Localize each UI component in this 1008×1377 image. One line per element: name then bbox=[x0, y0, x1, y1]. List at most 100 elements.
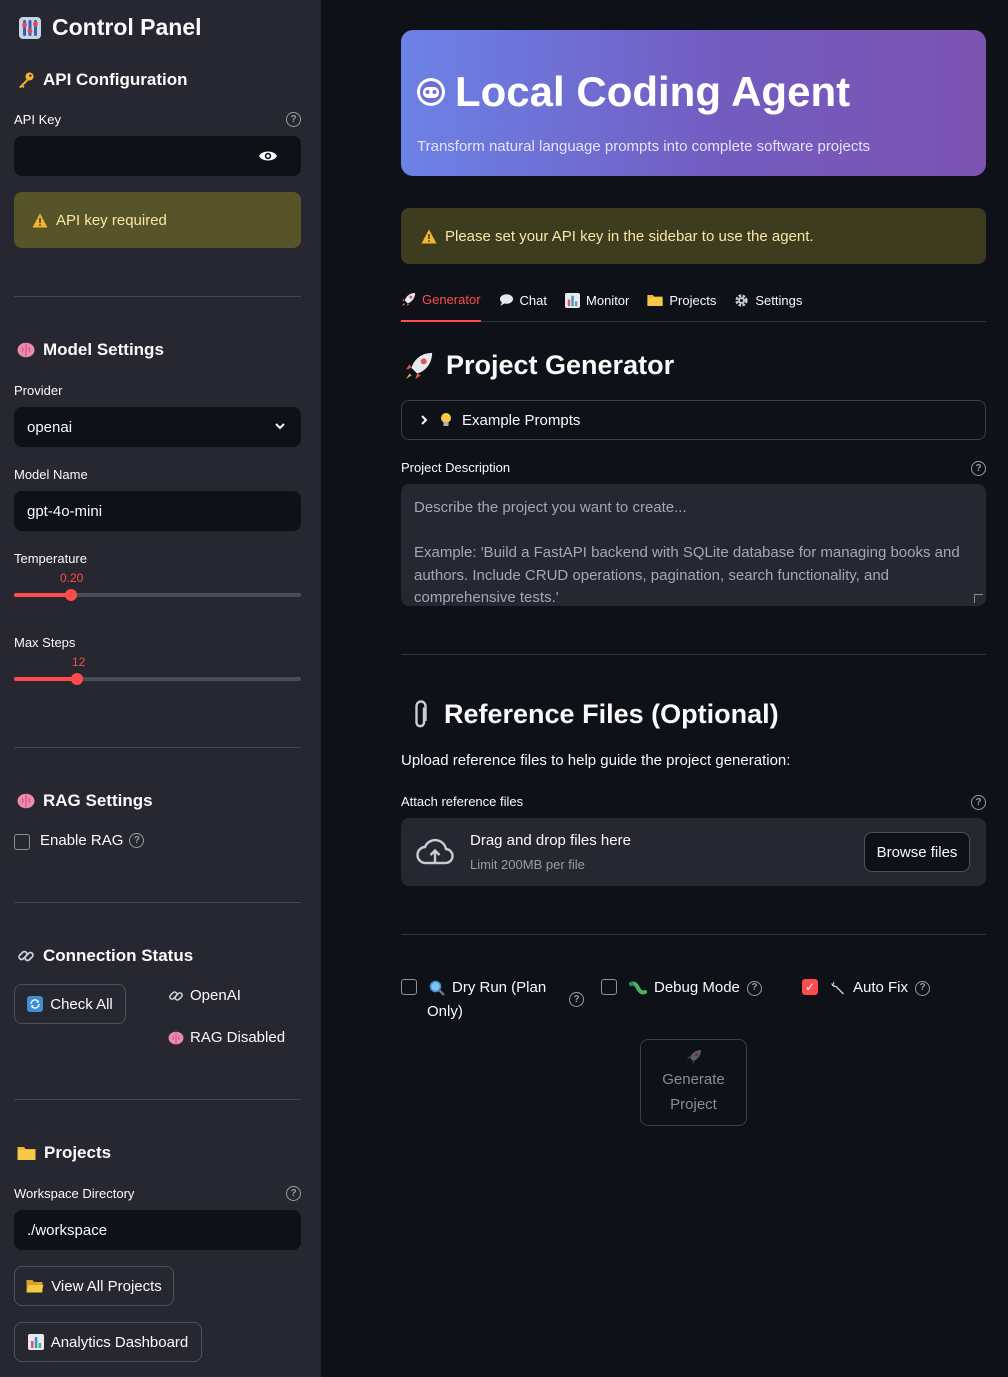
folder-icon bbox=[647, 293, 663, 307]
resize-handle-icon[interactable] bbox=[974, 594, 983, 603]
attach-help-icon[interactable]: ? bbox=[971, 795, 986, 810]
temperature-slider-handle[interactable] bbox=[65, 589, 78, 601]
workspace-help-icon[interactable]: ? bbox=[286, 1186, 301, 1201]
bar-chart-icon bbox=[565, 292, 581, 308]
max-steps-slider[interactable] bbox=[14, 673, 301, 685]
brain-icon bbox=[17, 342, 35, 358]
divider bbox=[401, 934, 986, 935]
debug-mode-help-icon[interactable]: ? bbox=[746, 980, 762, 996]
temperature-label: Temperature bbox=[14, 551, 87, 566]
connection-status-heading: Connection Status bbox=[17, 946, 193, 966]
eye-icon[interactable] bbox=[258, 148, 278, 164]
project-generator-heading-text: Project Generator bbox=[446, 350, 675, 380]
key-icon bbox=[17, 71, 35, 89]
reference-files-heading: Reference Files (Optional) bbox=[410, 699, 779, 730]
debug-mode-label: Debug Mode bbox=[654, 979, 740, 996]
folder-icon bbox=[17, 1145, 36, 1161]
reference-files-heading-text: Reference Files (Optional) bbox=[444, 699, 779, 729]
speech-bubble-icon bbox=[499, 293, 514, 307]
temperature-value: 0.20 bbox=[60, 571, 84, 585]
enable-rag-checkbox[interactable] bbox=[14, 834, 30, 850]
main-api-warning: Please set your API key in the sidebar t… bbox=[401, 208, 986, 264]
browse-files-button[interactable]: Browse files bbox=[864, 832, 970, 872]
api-config-heading: API Configuration bbox=[17, 70, 187, 90]
api-key-warning: API key required bbox=[14, 192, 301, 248]
magnifier-icon bbox=[429, 980, 445, 996]
tab-settings[interactable]: Settings bbox=[734, 286, 802, 322]
projects-heading-text: Projects bbox=[44, 1143, 112, 1162]
tab-chat-label: Chat bbox=[519, 292, 548, 308]
refresh-icon bbox=[27, 996, 44, 1012]
model-name-value: gpt-4o-mini bbox=[27, 502, 103, 520]
enable-rag-row: Enable RAG ? bbox=[40, 832, 145, 849]
rocket-icon bbox=[404, 351, 434, 381]
openai-status-label: OpenAI bbox=[190, 987, 241, 1004]
model-settings-heading: Model Settings bbox=[17, 340, 164, 360]
file-limit-text: Limit 200MB per file bbox=[470, 857, 585, 872]
max-steps-value: 12 bbox=[72, 655, 86, 669]
temperature-slider[interactable] bbox=[14, 589, 301, 601]
example-prompts-label: Example Prompts bbox=[462, 411, 581, 429]
hero-title: Local Coding Agent bbox=[415, 68, 850, 116]
analytics-dashboard-button[interactable]: Analytics Dashboard bbox=[14, 1322, 202, 1362]
openai-status: OpenAI bbox=[168, 987, 241, 1004]
main-api-warning-text: Please set your API key in the sidebar t… bbox=[445, 227, 814, 245]
bar-chart-icon bbox=[27, 1334, 44, 1350]
reference-intro: Upload reference files to help guide the… bbox=[401, 752, 791, 769]
debug-mode-checkbox[interactable] bbox=[601, 979, 617, 995]
auto-fix-row: Auto Fix ? bbox=[830, 976, 931, 1000]
description-placeholder-line2: Example: 'Build a FastAPI backend with S… bbox=[414, 544, 960, 606]
lightbulb-icon bbox=[440, 412, 452, 428]
tab-monitor-label: Monitor bbox=[586, 292, 630, 308]
example-prompts-expander[interactable]: Example Prompts bbox=[401, 400, 986, 440]
divider bbox=[14, 902, 301, 903]
api-key-input[interactable] bbox=[14, 136, 301, 176]
tab-chat[interactable]: Chat bbox=[499, 286, 547, 322]
workspace-directory-value: ./workspace bbox=[27, 1221, 108, 1239]
sidebar-title: Control Panel bbox=[18, 14, 202, 41]
project-generator-heading: Project Generator bbox=[404, 350, 674, 381]
project-description-help-icon[interactable]: ? bbox=[971, 461, 986, 476]
warning-icon bbox=[421, 229, 437, 244]
dry-run-checkbox[interactable] bbox=[401, 979, 417, 995]
tab-generator[interactable]: Generator bbox=[401, 286, 481, 322]
hero-title-text: Local Coding Agent bbox=[455, 68, 851, 115]
sidebar: Control Panel API Configuration API Key … bbox=[0, 0, 321, 1377]
project-description-textarea[interactable]: Describe the project you want to create.… bbox=[401, 484, 986, 606]
attach-reference-label: Attach reference files bbox=[401, 794, 524, 809]
cloud-upload-icon bbox=[416, 838, 454, 866]
rocket-icon bbox=[686, 1049, 702, 1065]
tab-monitor[interactable]: Monitor bbox=[565, 286, 629, 322]
auto-fix-checkbox[interactable]: ✓ bbox=[802, 979, 818, 995]
tab-settings-label: Settings bbox=[755, 292, 803, 308]
api-key-help-icon[interactable]: ? bbox=[286, 112, 301, 127]
max-steps-slider-handle[interactable] bbox=[71, 673, 84, 685]
hero-subtitle: Transform natural language prompts into … bbox=[417, 138, 870, 155]
rag-settings-heading-text: RAG Settings bbox=[43, 791, 153, 810]
rag-status-label: RAG Disabled bbox=[190, 1029, 286, 1046]
provider-label: Provider bbox=[14, 383, 63, 398]
open-folder-icon bbox=[26, 1278, 44, 1294]
file-uploader-dropzone[interactable]: Drag and drop files here Limit 200MB per… bbox=[401, 818, 986, 886]
divider bbox=[401, 654, 986, 655]
api-key-warning-text: API key required bbox=[56, 211, 167, 229]
dry-run-help-icon[interactable]: ? bbox=[569, 992, 584, 1007]
check-all-button[interactable]: Check All bbox=[14, 984, 126, 1024]
control-knobs-icon bbox=[18, 16, 42, 40]
rocket-icon bbox=[401, 292, 416, 307]
view-all-projects-button[interactable]: View All Projects bbox=[14, 1266, 174, 1306]
auto-fix-label: Auto Fix bbox=[853, 979, 909, 996]
drag-drop-text: Drag and drop files here bbox=[470, 832, 631, 849]
analytics-dashboard-label: Analytics Dashboard bbox=[50, 1333, 189, 1351]
brain-icon bbox=[168, 1031, 184, 1045]
model-name-input[interactable]: gpt-4o-mini bbox=[14, 491, 301, 531]
generate-project-button[interactable]: Generate Project bbox=[640, 1039, 747, 1126]
auto-fix-help-icon[interactable]: ? bbox=[915, 980, 931, 996]
tab-projects[interactable]: Projects bbox=[647, 286, 716, 322]
brain-icon bbox=[17, 793, 35, 809]
provider-select[interactable]: openai bbox=[14, 407, 301, 447]
enable-rag-help-icon[interactable]: ? bbox=[129, 833, 145, 848]
workspace-directory-input[interactable]: ./workspace bbox=[14, 1210, 301, 1250]
gear-icon bbox=[734, 293, 749, 308]
max-steps-label: Max Steps bbox=[14, 635, 76, 650]
